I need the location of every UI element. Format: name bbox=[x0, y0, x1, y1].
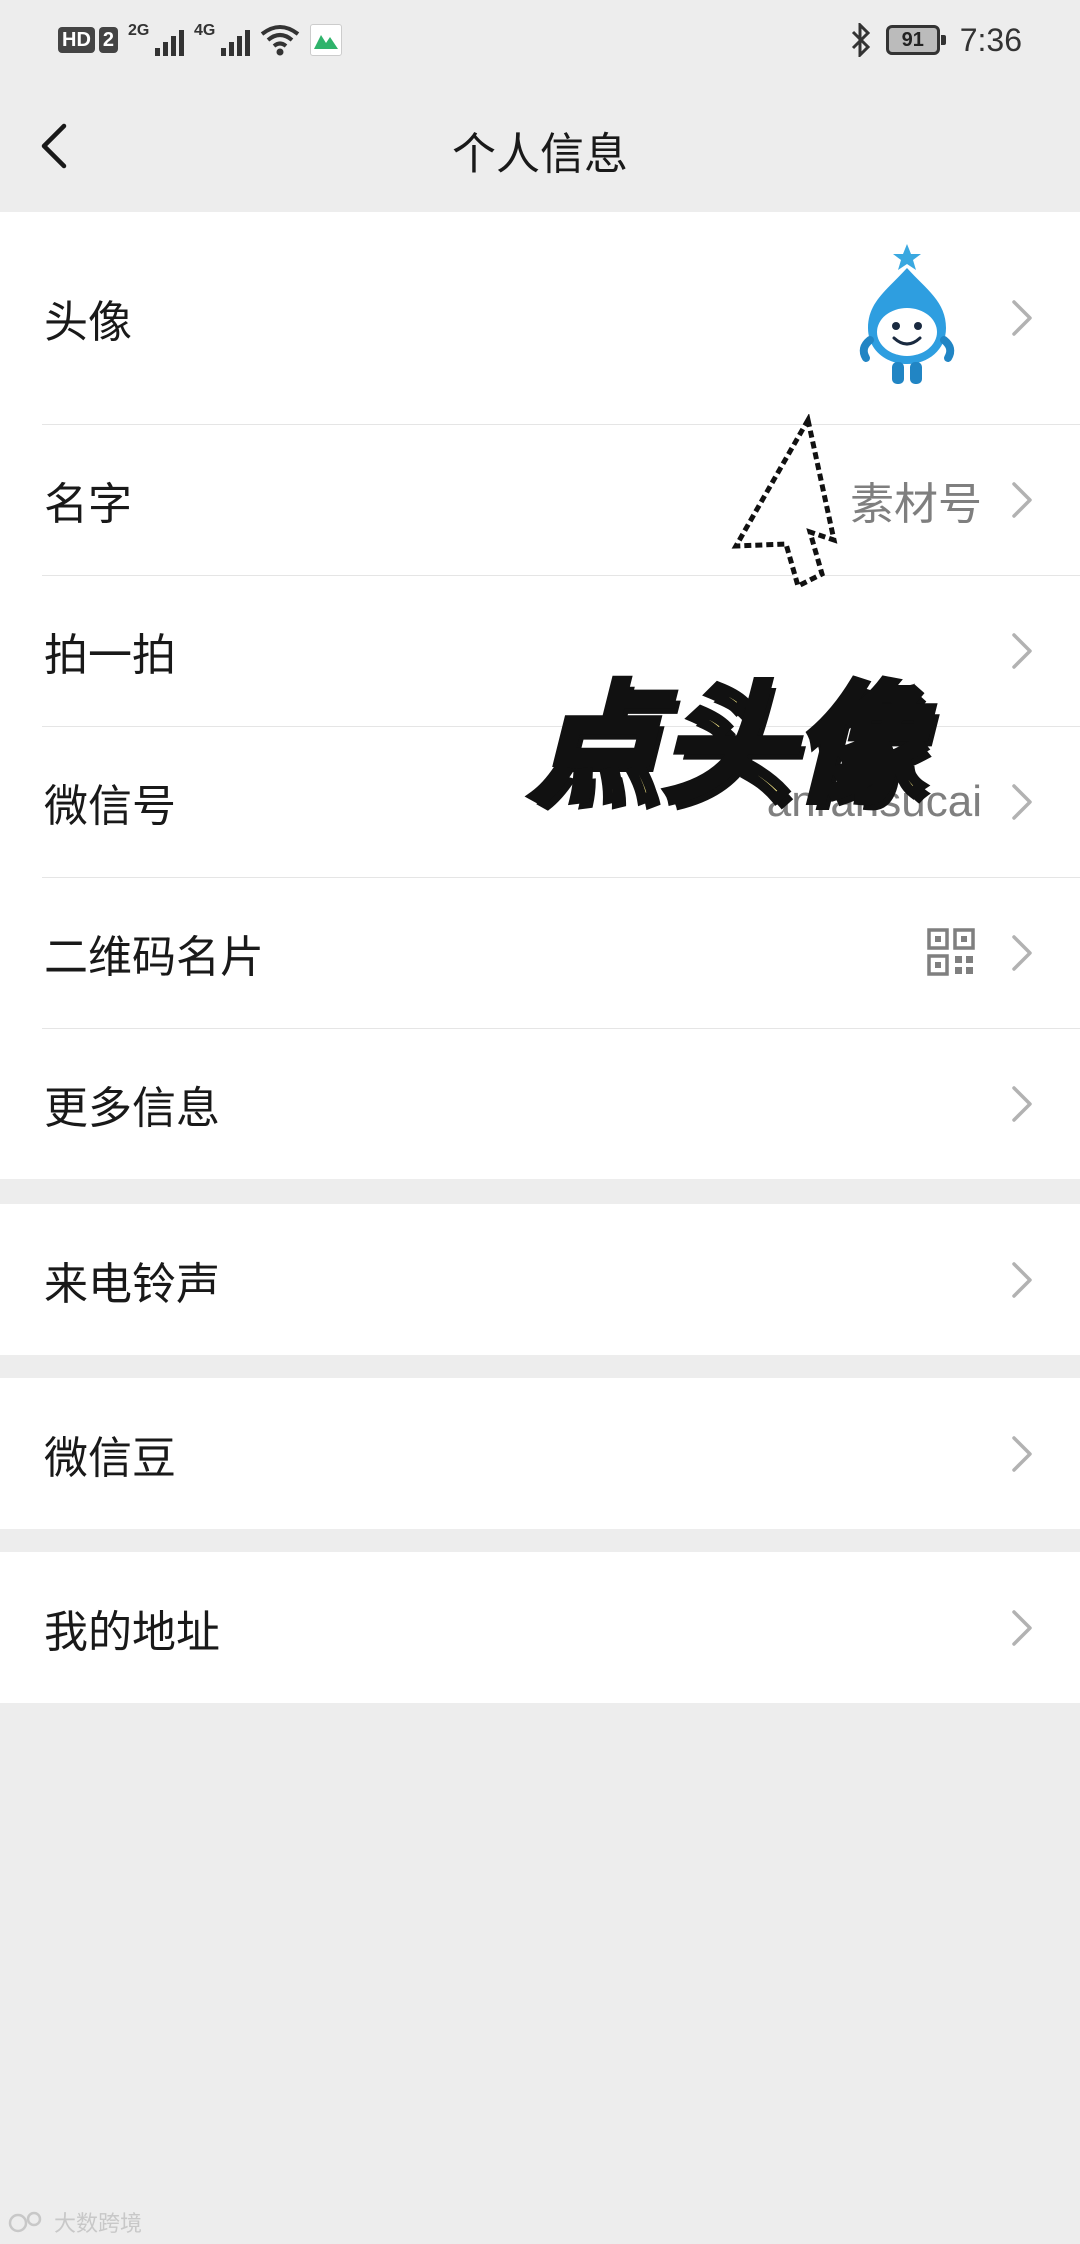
qr-code-label: 二维码名片 bbox=[44, 932, 264, 982]
ringtone-row[interactable]: 来电铃声 bbox=[0, 1204, 1080, 1355]
status-bar: HD 2 2G 4G 91 7:36 bbox=[0, 0, 1080, 80]
chevron-right-icon bbox=[1012, 934, 1032, 971]
beans-group: 微信豆 bbox=[0, 1378, 1080, 1529]
qr-code-row[interactable]: 二维码名片 bbox=[0, 877, 1080, 1028]
name-label: 名字 bbox=[44, 479, 132, 529]
nav-bar: 个人信息 bbox=[0, 80, 1080, 212]
chevron-right-icon bbox=[1012, 632, 1032, 669]
chevron-right-icon bbox=[1012, 300, 1032, 336]
chevron-right-icon bbox=[1012, 1085, 1032, 1122]
bluetooth-icon bbox=[851, 23, 870, 57]
chevron-right-icon bbox=[1012, 1609, 1032, 1646]
name-row[interactable]: 名字 素材号 bbox=[0, 424, 1080, 575]
ringtone-label: 来电铃声 bbox=[44, 1259, 220, 1309]
signal-icon-2: 4G bbox=[194, 22, 251, 58]
address-group: 我的地址 bbox=[0, 1552, 1080, 1703]
my-address-label: 我的地址 bbox=[44, 1607, 220, 1657]
chevron-right-icon bbox=[1012, 481, 1032, 518]
watermark-text: 大数跨境 bbox=[54, 2211, 143, 2236]
avatar-row[interactable]: 头像 bbox=[0, 212, 1080, 424]
wechat-beans-row[interactable]: 微信豆 bbox=[0, 1378, 1080, 1529]
battery-icon: 91 bbox=[885, 25, 946, 55]
ringtone-group: 来电铃声 bbox=[0, 1204, 1080, 1355]
status-right: 91 7:36 bbox=[850, 20, 1022, 60]
clock: 7:36 bbox=[959, 21, 1022, 58]
battery-level: 91 bbox=[901, 28, 924, 51]
chevron-right-icon bbox=[1012, 1261, 1032, 1298]
more-info-label: 更多信息 bbox=[44, 1083, 220, 1133]
page-title: 个人信息 bbox=[452, 130, 628, 179]
hd-indicator: HD 2 bbox=[58, 27, 119, 53]
network-type-label-2: 4G bbox=[194, 22, 216, 39]
signal-icon: 2G bbox=[128, 22, 185, 58]
sim-badge: 2 bbox=[98, 27, 119, 53]
wifi-icon bbox=[260, 25, 300, 56]
watermark: 大数跨境 bbox=[8, 2206, 142, 2238]
chevron-right-icon bbox=[1012, 783, 1032, 820]
pat-label: 拍一拍 bbox=[44, 630, 176, 680]
name-value: 素材号 bbox=[850, 479, 982, 529]
status-left: HD 2 2G 4G bbox=[58, 20, 343, 60]
avatar-label: 头像 bbox=[44, 298, 132, 347]
hd-badge: HD bbox=[58, 27, 95, 53]
cursor-icon bbox=[731, 414, 838, 590]
tap-avatar-caption: 点头像 bbox=[527, 666, 927, 824]
watermark-logo-icon bbox=[8, 2211, 42, 2233]
my-address-row[interactable]: 我的地址 bbox=[0, 1552, 1080, 1703]
wechat-id-label: 微信号 bbox=[44, 781, 176, 831]
chevron-right-icon bbox=[1012, 1435, 1032, 1472]
notification-app-icon bbox=[310, 24, 343, 56]
avatar[interactable] bbox=[832, 240, 982, 390]
network-type-label: 2G bbox=[128, 22, 150, 39]
more-info-row[interactable]: 更多信息 bbox=[0, 1028, 1080, 1179]
qr-code-icon bbox=[927, 928, 975, 976]
wechat-beans-label: 微信豆 bbox=[44, 1433, 176, 1483]
